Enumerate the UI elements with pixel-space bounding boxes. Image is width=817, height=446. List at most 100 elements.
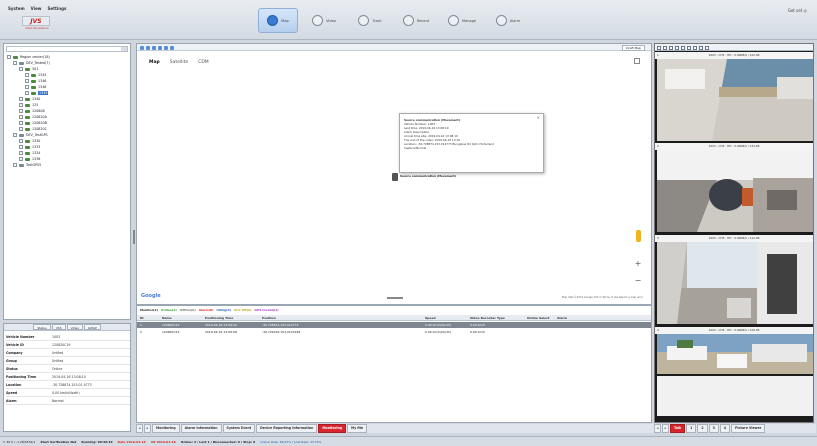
col-id[interactable]: ID	[140, 316, 144, 320]
legend-alarm[interactable]: Alarm(0)	[199, 308, 214, 312]
map-tool-icon[interactable]	[158, 45, 162, 50]
snapshot-icon[interactable]	[681, 45, 685, 50]
col-alarm[interactable]: Alarm	[557, 316, 567, 320]
map-tool-icon[interactable]	[152, 45, 156, 50]
expand-icon[interactable]	[7, 55, 11, 59]
info-tab-vss[interactable]: VSS	[51, 324, 66, 330]
layout-9-icon[interactable]	[669, 45, 673, 50]
nav-tab-track[interactable]: Track	[350, 8, 390, 33]
splitter-grip[interactable]	[387, 297, 403, 299]
tree-node[interactable]: 1345	[25, 73, 46, 77]
col-time[interactable]: Positioning Time	[205, 316, 233, 320]
nav-tab-alarm[interactable]: Alarm	[488, 8, 528, 33]
video-channel-3[interactable]	[657, 242, 813, 324]
expand-icon[interactable]	[25, 91, 29, 95]
menu-view[interactable]: View	[31, 6, 42, 11]
street-view-icon[interactable]	[636, 230, 641, 242]
layout-16-icon[interactable]	[675, 45, 679, 50]
tree-node[interactable]: 1346	[25, 79, 46, 83]
video-channel-1[interactable]	[657, 59, 813, 141]
legend-acc-off[interactable]: ACC Off(0)	[234, 308, 252, 312]
legend-offline[interactable]: Offline(0)	[180, 308, 196, 312]
legend-monitor[interactable]: Monitor(2)	[140, 308, 158, 312]
search-icon[interactable]	[121, 47, 127, 51]
layout-1-icon[interactable]	[657, 45, 661, 50]
video-tab-talk[interactable]: Talk	[670, 424, 686, 433]
video-tab-next[interactable]: ▸	[662, 424, 669, 433]
expand-icon[interactable]	[19, 151, 23, 155]
tab-device-reporting[interactable]: Device Reporting Information	[256, 424, 318, 433]
expand-icon[interactable]	[19, 97, 23, 101]
tab-system-event[interactable]: System Event	[222, 424, 256, 433]
table-row[interactable]: 1 120820C19 2019-04-16 13:08:10 -30.728874,…	[137, 322, 651, 328]
expand-icon[interactable]	[19, 121, 23, 125]
table-row[interactable]: 2 120820C19 2019-04-16 13:08:08 -30.729016,…	[137, 329, 651, 335]
video-tab-2[interactable]: 2	[697, 424, 708, 433]
expand-icon[interactable]	[19, 115, 23, 119]
map-tab[interactable]: Draft Map	[622, 45, 645, 51]
tab-monitoring[interactable]: Monitoring	[152, 424, 180, 433]
tree-node[interactable]: 120820A	[19, 115, 47, 119]
fullscreen-icon[interactable]	[705, 45, 709, 50]
legend-online[interactable]: Online(2)	[161, 308, 177, 312]
zoom-out-button[interactable]: −	[634, 276, 642, 286]
map-type-cdm[interactable]: CDM	[198, 60, 209, 65]
tree-node[interactable]: 1334	[19, 151, 40, 155]
tree-node[interactable]: TestGPS5	[13, 163, 41, 167]
info-tab-video[interactable]: Video	[66, 324, 84, 330]
vehicle-marker-icon[interactable]	[392, 173, 398, 181]
col-recorder[interactable]: Video Recorder Type	[470, 316, 505, 320]
tree-node[interactable]: 120820B	[19, 121, 47, 125]
legend-idling[interactable]: Idling(0)	[217, 308, 231, 312]
expand-icon[interactable]	[19, 103, 23, 107]
stop-all-icon[interactable]	[699, 45, 703, 50]
tree-node[interactable]: 1340	[19, 97, 40, 101]
nav-tab-manage[interactable]: Manage	[442, 8, 482, 33]
expand-icon[interactable]	[19, 67, 23, 71]
tree-node[interactable]: DEV_Tested(7)	[13, 61, 50, 65]
video-channel-2[interactable]	[657, 150, 813, 232]
tree-node[interactable]: 1349	[25, 91, 49, 95]
map-splitter[interactable]	[137, 297, 651, 300]
video-tab-1[interactable]: 1	[686, 424, 697, 433]
tree-node[interactable]: 1330	[19, 139, 40, 143]
map-type-map[interactable]: Map	[149, 60, 160, 65]
col-name[interactable]: Name	[162, 316, 172, 320]
fullscreen-icon[interactable]	[634, 58, 640, 64]
col-speed[interactable]: Speed	[425, 316, 436, 320]
tree-node[interactable]: 1333	[19, 145, 40, 149]
legend-gps-invalid[interactable]: GPS Invalid(1)	[255, 308, 279, 312]
menu-settings[interactable]: Settings	[47, 6, 66, 11]
tab-monitoring-active[interactable]: Monitoring	[318, 424, 347, 433]
map-tool-icon[interactable]	[164, 45, 168, 50]
expand-icon[interactable]	[25, 79, 29, 83]
expand-icon[interactable]	[19, 145, 23, 149]
tree-node[interactable]: 120820C	[19, 127, 47, 131]
panel-splitter[interactable]	[133, 230, 135, 244]
video-tab-prev[interactable]: ◂	[654, 424, 661, 433]
map-type-satellite[interactable]: Satellite	[170, 60, 188, 65]
nav-tab-record[interactable]: Record	[396, 8, 436, 33]
col-online-select[interactable]: Online Select	[527, 316, 549, 320]
nav-tab-map[interactable]: Map	[258, 8, 298, 33]
video-tab-picture-viewer[interactable]: Picture Viewer	[731, 424, 766, 433]
nav-tab-video[interactable]: Video	[304, 8, 344, 33]
tree-node[interactable]: 1336	[19, 157, 40, 161]
tree-search-input[interactable]	[6, 46, 128, 52]
volume-icon[interactable]	[693, 45, 697, 50]
tree-root[interactable]: Region center(18)	[7, 55, 50, 59]
col-position[interactable]: Position	[262, 316, 276, 320]
tab-next-button[interactable]: ▸	[144, 424, 151, 433]
menu-system[interactable]: System	[8, 6, 25, 11]
close-icon[interactable]: ×	[537, 116, 540, 120]
expand-icon[interactable]	[25, 85, 29, 89]
tree-node[interactable]: 125	[19, 103, 38, 107]
layout-4-icon[interactable]	[663, 45, 667, 50]
zoom-in-button[interactable]: +	[634, 259, 642, 269]
tree-node[interactable]: 1348	[25, 85, 46, 89]
tab-my-file[interactable]: My file	[347, 424, 368, 433]
expand-icon[interactable]	[19, 127, 23, 131]
map-tool-icon[interactable]	[170, 45, 174, 50]
user-indicator[interactable]: Get set ◎	[788, 8, 807, 13]
tab-alarm-information[interactable]: Alarm Information	[180, 424, 222, 433]
